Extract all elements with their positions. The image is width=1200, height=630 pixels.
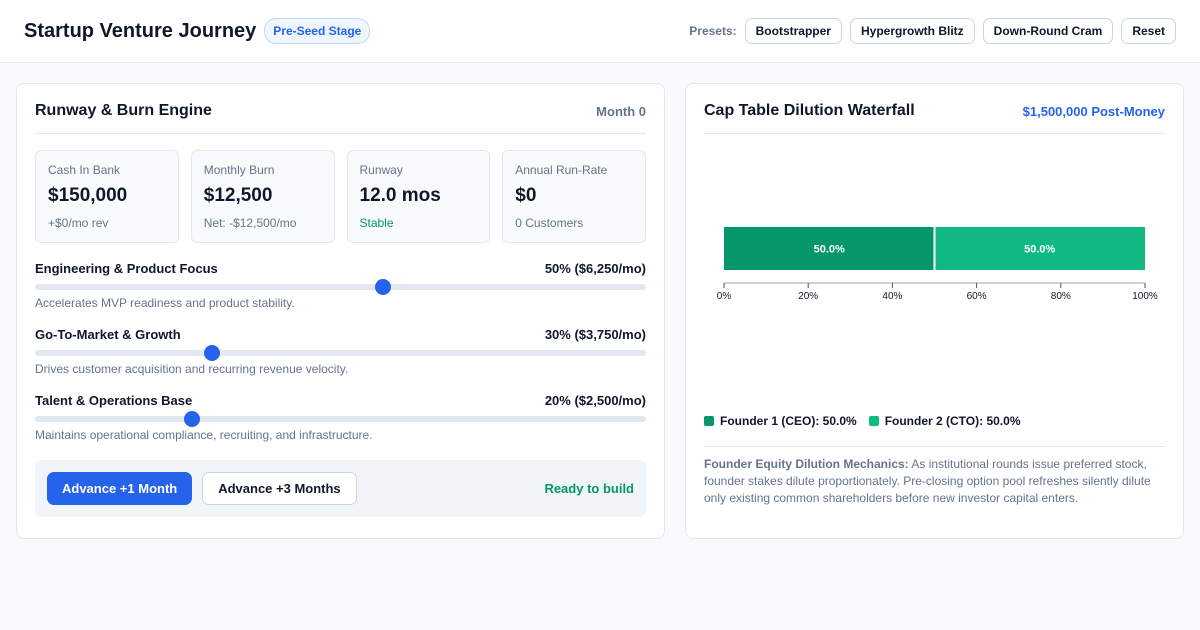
app-title: Startup Venture Journey: [24, 19, 257, 42]
x-tick-label: 0%: [717, 291, 732, 302]
slider-thumb[interactable]: [204, 345, 221, 361]
runway-card-header: Runway & Burn Engine Month 0: [35, 102, 646, 134]
advance-one-month-button[interactable]: Advance +1 Month: [47, 472, 193, 505]
runway-card: Runway & Burn Engine Month 0 Cash In Ban…: [16, 83, 665, 539]
x-tick-label: 100%: [1132, 291, 1158, 302]
stat-sub: Net: -$12,500/mo: [203, 216, 297, 230]
x-tick-label: 80%: [1051, 291, 1071, 302]
preset-hypergrowth-button[interactable]: Hypergrowth Blitz: [849, 18, 975, 44]
allocation-go-to-market: Go-To-Market & Growth 30% ($3,750/mo) Dr…: [35, 327, 646, 376]
legend-label: Founder 2 (CTO): 50.0%: [884, 414, 1021, 428]
chart-legend: Founder 1 (CEO): 50.0% Founder 2 (CTO): …: [704, 414, 1165, 428]
stat-sub: 0 Customers: [515, 216, 584, 230]
stat-label: Cash In Bank: [48, 163, 121, 177]
x-tick-label: 40%: [882, 291, 902, 302]
stats-row: Cash In Bank $150,000 +$0/mo rev Monthly…: [35, 150, 646, 243]
preset-down-round-button[interactable]: Down-Round Cram: [982, 18, 1114, 44]
bar-label: 50.0%: [1024, 244, 1055, 256]
reset-button[interactable]: Reset: [1121, 18, 1176, 44]
actions-bar: Advance +1 Month Advance +3 Months Ready…: [35, 460, 646, 517]
legend-label: Founder 1 (CEO): 50.0%: [720, 414, 857, 428]
legend-swatch: [704, 416, 714, 426]
dilution-note: Founder Equity Dilution Mechanics: As in…: [704, 446, 1165, 507]
cap-table-card: Cap Table Dilution Waterfall $1,500,000 …: [685, 83, 1184, 539]
legend-swatch: [868, 416, 879, 426]
talent-ops-slider[interactable]: [35, 411, 646, 427]
stage-badge: Pre-Seed Stage: [264, 18, 371, 44]
status-text: Ready to build: [544, 481, 634, 496]
allocation-description: Maintains operational compliance, recrui…: [35, 428, 373, 442]
post-money-valuation: $1,500,000 Post-Money: [1022, 103, 1165, 119]
stat-run-rate: Annual Run-Rate $0 0 Customers: [502, 150, 646, 243]
allocation-value: 30% ($3,750/mo): [544, 327, 646, 342]
stat-sub: Stable: [359, 216, 394, 230]
presets-label: Presets:: [689, 24, 737, 38]
dilution-chart-svg: 50.0% 50.0% 0% 20% 40% 60% 80% 100%: [717, 227, 1158, 302]
allocation-description: Drives customer acquisition and recurrin…: [35, 362, 349, 376]
stat-runway: Runway 12.0 mos Stable: [346, 150, 491, 243]
go-to-market-slider[interactable]: [35, 345, 646, 361]
brand: Startup Venture Journey Pre-Seed Stage: [24, 18, 371, 44]
advance-three-months-button[interactable]: Advance +3 Months: [202, 472, 357, 505]
slider-thumb[interactable]: [184, 411, 201, 427]
stat-label: Runway: [359, 163, 403, 177]
dilution-chart: 50.0% 50.0% 0% 20% 40% 60% 80% 100%: [704, 134, 1165, 404]
bar-label: 50.0%: [814, 244, 845, 256]
cap-table-title: Cap Table Dilution Waterfall: [704, 102, 915, 119]
allocation-name: Engineering & Product Focus: [35, 261, 218, 276]
x-tick-label: 20%: [798, 291, 818, 302]
allocation-value: 50% ($6,250/mo): [544, 261, 646, 276]
stat-label: Monthly Burn: [203, 163, 275, 177]
note-title: Founder Equity Dilution Mechanics:: [704, 457, 909, 471]
runway-card-title: Runway & Burn Engine: [35, 102, 212, 119]
stat-value: $0: [515, 185, 537, 206]
allocation-engineering: Engineering & Product Focus 50% ($6,250/…: [35, 261, 646, 310]
stat-burn: Monthly Burn $12,500 Net: -$12,500/mo: [190, 150, 335, 243]
stat-cash: Cash In Bank $150,000 +$0/mo rev: [35, 150, 179, 243]
allocation-talent-ops: Talent & Operations Base 20% ($2,500/mo)…: [35, 393, 646, 442]
x-tick-label: 60%: [967, 291, 987, 302]
allocation-name: Go-To-Market & Growth: [35, 327, 181, 342]
stat-sub: +$0/mo rev: [48, 216, 109, 230]
month-counter: Month 0: [596, 103, 646, 119]
legend-item: Founder 2 (CTO): 50.0%: [868, 414, 1021, 428]
allocation-name: Talent & Operations Base: [35, 393, 193, 408]
stat-value: $150,000: [48, 185, 128, 206]
top-bar: Startup Venture Journey Pre-Seed Stage P…: [0, 0, 1200, 63]
main-content: Runway & Burn Engine Month 0 Cash In Ban…: [0, 63, 1200, 539]
legend-item: Founder 1 (CEO): 50.0%: [704, 414, 857, 428]
slider-thumb[interactable]: [375, 279, 392, 295]
allocation-value: 20% ($2,500/mo): [544, 393, 646, 408]
cap-table-card-header: Cap Table Dilution Waterfall $1,500,000 …: [704, 102, 1165, 134]
allocation-description: Accelerates MVP readiness and product st…: [35, 296, 295, 310]
presets-bar: Presets: Bootstrapper Hypergrowth Blitz …: [689, 18, 1176, 44]
engineering-slider[interactable]: [35, 279, 646, 295]
preset-bootstrapper-button[interactable]: Bootstrapper: [744, 18, 842, 44]
stat-value: 12.0 mos: [359, 185, 441, 206]
stat-value: $12,500: [203, 185, 273, 206]
stat-label: Annual Run-Rate: [515, 163, 608, 177]
